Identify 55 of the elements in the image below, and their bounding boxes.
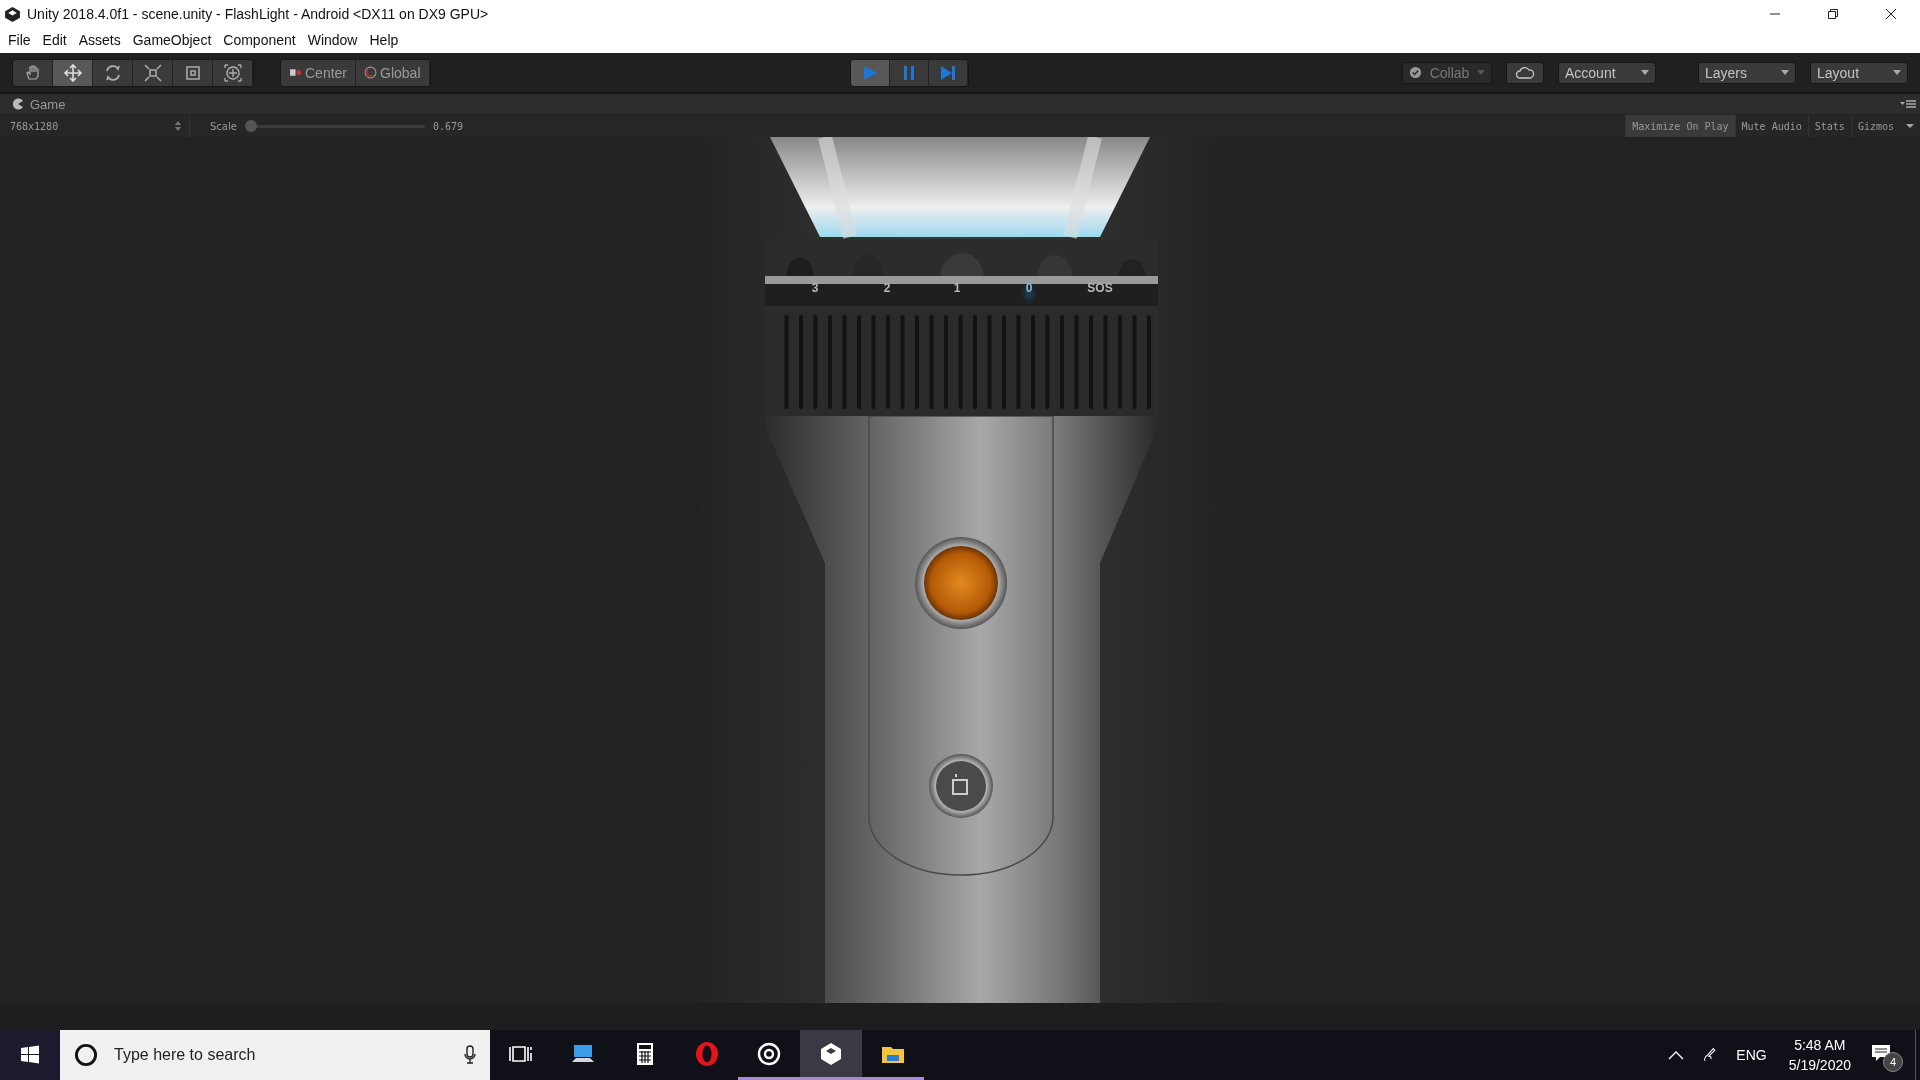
dial-label[interactable]: 2	[867, 281, 907, 296]
game-tab[interactable]: Game	[0, 94, 76, 115]
play-button[interactable]	[850, 59, 890, 86]
cloud-icon	[1515, 65, 1535, 80]
game-option-toggle[interactable]: Maximize On Play	[1625, 115, 1735, 138]
search-box[interactable]: Type here to search	[60, 1030, 490, 1080]
checkmark-icon	[1409, 66, 1422, 79]
dial-label[interactable]: 1	[937, 281, 977, 296]
window-title: Unity 2018.4.0f1 - scene.unity - FlashLight - Android <DX11 on DX9 GPU>	[27, 6, 489, 22]
language-indicator[interactable]: ENG	[1736, 1047, 1767, 1063]
start-button[interactable]	[0, 1030, 60, 1080]
game-icon	[12, 98, 24, 111]
center-toggle-button[interactable]: Center	[281, 59, 357, 86]
notification-count-badge: 4	[1883, 1052, 1903, 1072]
dial-label[interactable]: 3	[795, 281, 835, 296]
scale-icon	[142, 62, 163, 83]
move-tool-button[interactable]	[53, 59, 93, 86]
menu-item[interactable]: Component	[217, 30, 302, 51]
windows-logo-icon	[20, 1045, 40, 1065]
cloud-button[interactable]	[1506, 61, 1544, 84]
global-toggle-button[interactable]: Global	[356, 59, 430, 86]
globe-icon	[364, 66, 378, 79]
menu-item[interactable]: Help	[363, 30, 405, 51]
rect-tool-button[interactable]	[173, 59, 213, 86]
slider-thumb[interactable]	[244, 120, 257, 133]
scale-label: Scale	[210, 120, 237, 132]
search-field[interactable]: Type here to search	[112, 1045, 464, 1065]
move-icon	[62, 62, 83, 83]
scale-value: 0.679	[432, 120, 463, 132]
pivot-center-icon	[289, 66, 302, 79]
menu-item[interactable]: Assets	[72, 30, 127, 51]
scale-slider[interactable]	[244, 120, 425, 133]
layout-dropdown[interactable]: Layout	[1810, 61, 1908, 84]
menu-item[interactable]: File	[2, 30, 37, 51]
rotate-tool-button[interactable]	[93, 59, 133, 86]
menu-item[interactable]: Window	[301, 30, 364, 51]
circle-icon	[74, 1043, 98, 1067]
dial-label[interactable]: 0	[1009, 281, 1049, 296]
menu-item[interactable]: Edit	[36, 30, 73, 51]
clock-date: 5/19/2020	[1788, 1056, 1851, 1075]
layers-dropdown[interactable]: Layers	[1698, 61, 1796, 84]
menu-item[interactable]: GameObject	[126, 30, 218, 51]
transform-tool-button[interactable]	[213, 59, 253, 86]
panel-menu-icon[interactable]	[1900, 99, 1916, 110]
pause-button[interactable]	[889, 59, 929, 86]
account-dropdown[interactable]: Account	[1558, 61, 1656, 84]
clock-time: 5:48 AM	[1794, 1036, 1846, 1055]
microphone-icon[interactable]	[464, 1045, 476, 1065]
hand-tool-button[interactable]	[13, 59, 53, 86]
transform-icon	[222, 62, 243, 83]
step-button[interactable]	[928, 59, 968, 86]
clock[interactable]: 5:48 AM 5/19/2020	[1788, 1035, 1851, 1075]
up-down-arrows-icon	[175, 121, 181, 132]
scale-tool-button[interactable]	[133, 59, 173, 86]
dial-label[interactable]: SOS	[1080, 281, 1120, 296]
